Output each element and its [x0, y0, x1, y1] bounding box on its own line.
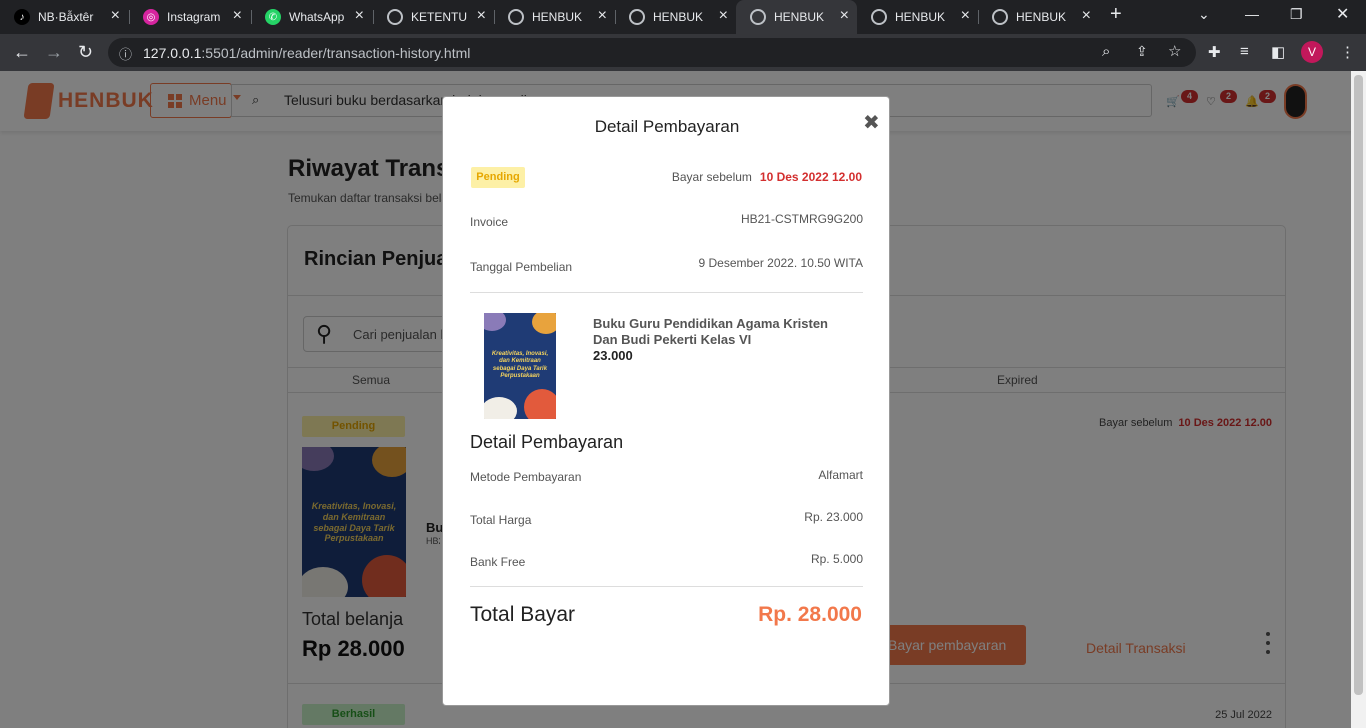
purchase-date-value: 9 Desember 2022. 10.50 WITA	[698, 256, 863, 270]
close-icon[interactable]: ×	[355, 7, 364, 25]
globe-icon	[629, 9, 645, 25]
instagram-icon: ◎	[143, 9, 159, 25]
payment-detail-modal: Detail Pembayaran ✖ Pending Bayar sebelu…	[442, 96, 890, 706]
status-badge: Pending	[471, 167, 525, 188]
browser-tab[interactable]: HENBUK ×	[978, 0, 1099, 34]
page-viewport: HENBUK Menu ⌕ Telusuri buku berdasarkan …	[0, 71, 1366, 728]
cover-decoration	[524, 389, 556, 419]
info-icon[interactable]: ⓘ	[119, 44, 132, 63]
total-price-label: Total Harga	[470, 513, 532, 527]
share-icon[interactable]: ⇪	[1136, 43, 1148, 60]
bank-fee-value: Rp. 5.000	[810, 552, 863, 566]
globe-icon	[992, 9, 1008, 25]
tab-title: HENBUK	[1016, 10, 1067, 24]
total-price-value: Rp. 23.000	[804, 510, 863, 524]
extensions-icon[interactable]: ✚	[1208, 43, 1221, 61]
browser-tab[interactable]: HENBUK ×	[857, 0, 978, 34]
invoice-label: Invoice	[470, 215, 509, 229]
divider	[470, 292, 863, 293]
tab-title: KETENTUAN	[411, 10, 467, 24]
minimize-icon[interactable]: —	[1245, 6, 1259, 22]
tab-title: HENBUK	[653, 10, 704, 24]
close-icon[interactable]: ×	[233, 7, 242, 25]
close-icon[interactable]: ×	[961, 7, 970, 25]
url-host: 127.0.0.1	[143, 45, 202, 61]
browser-tab-active[interactable]: HENBUK ×	[736, 0, 857, 34]
address-bar[interactable]: ⓘ 127.0.0.1:5501/admin/reader/transactio…	[108, 38, 1196, 67]
bookmark-star-icon[interactable]: ☆	[1168, 42, 1181, 60]
close-icon[interactable]: ×	[1082, 7, 1091, 25]
globe-icon	[871, 9, 887, 25]
browser-tab[interactable]: ◎ Instagram ×	[129, 0, 250, 34]
browser-tab[interactable]: HENBUK ×	[615, 0, 736, 34]
browser-tab[interactable]: ♪ NB·Bẫxtêr ×	[0, 0, 128, 34]
payment-section-title: Detail Pembayaran	[470, 432, 624, 452]
url-path: :5501/admin/reader/transaction-history.h…	[201, 45, 471, 61]
tab-title: HENBUK	[532, 10, 583, 24]
purchase-date-label: Tanggal Pembelian	[470, 260, 573, 274]
pay-before-label: Bayar sebelum	[671, 170, 752, 184]
tab-title: Instagram	[167, 10, 221, 24]
grand-total-label: Total Bayar	[470, 603, 576, 626]
browser-tab[interactable]: ✆ WhatsApp ×	[251, 0, 372, 34]
close-icon[interactable]: ✖	[863, 113, 880, 133]
modal-title: Detail Pembayaran	[594, 117, 740, 136]
tab-title: NB·Bẫxtêr	[38, 10, 94, 24]
method-value: Alfamart	[818, 468, 863, 482]
page-scrollbar[interactable]	[1351, 71, 1366, 728]
tiktok-icon: ♪	[14, 9, 30, 25]
book-cover-text: Kreativitas, Inovasi, dan Kemitraan seba…	[491, 351, 549, 379]
tab-search-icon[interactable]: ⌄	[1198, 6, 1210, 23]
cover-decoration	[484, 313, 506, 331]
tab-title: HENBUK	[774, 10, 825, 24]
browser-menu-icon[interactable]: ⋮	[1340, 43, 1355, 61]
browser-tab[interactable]: KETENTUAN ×	[373, 0, 494, 34]
url-text: 127.0.0.1:5501/admin/reader/transaction-…	[143, 45, 470, 61]
browser-tab-bar: ♪ NB·Bẫxtêr × ◎ Instagram × ✆ WhatsApp ×…	[0, 0, 1366, 34]
product-price: 23.000	[593, 348, 633, 363]
profile-avatar[interactable]: V	[1301, 41, 1323, 63]
globe-icon	[508, 9, 524, 25]
zoom-icon[interactable]: ⌕	[1102, 43, 1110, 60]
method-label: Metode Pembayaran	[470, 470, 582, 484]
book-cover-image: Kreativitas, Inovasi, dan Kemitraan seba…	[484, 313, 556, 419]
back-icon[interactable]: ←	[13, 42, 31, 62]
tab-title: WhatsApp	[289, 10, 345, 24]
side-panel-icon[interactable]: ◧	[1271, 43, 1285, 61]
globe-icon	[387, 9, 403, 25]
globe-icon	[750, 9, 766, 25]
bank-fee-label: Bank Free	[470, 555, 526, 569]
media-control-icon[interactable]: ≡	[1240, 43, 1249, 60]
cover-decoration	[484, 397, 517, 419]
grand-total-value: Rp. 28.000	[758, 603, 862, 626]
product-title: Buku Guru Pendidikan Agama Kristen Dan B…	[593, 316, 829, 347]
invoice-value: HB21-CSTMRG9G200	[740, 212, 863, 226]
browser-toolbar: ← → ↻ ⓘ 127.0.0.1:5501/admin/reader/tran…	[0, 34, 1366, 71]
pay-before: Bayar sebelum 10 Des 2022 12.00	[672, 170, 862, 184]
close-icon[interactable]: ×	[111, 7, 120, 25]
cover-decoration	[532, 313, 556, 334]
close-icon[interactable]: ×	[719, 7, 728, 25]
pay-before-date: 10 Des 2022 12.00	[759, 170, 862, 184]
close-icon[interactable]: ×	[840, 7, 849, 25]
reload-icon[interactable]: ↻	[78, 42, 93, 62]
forward-icon[interactable]: →	[45, 42, 63, 62]
close-icon[interactable]: ×	[598, 7, 607, 25]
restore-icon[interactable]: ❐	[1290, 6, 1303, 23]
tab-title: HENBUK	[895, 10, 946, 24]
browser-tab[interactable]: HENBUK ×	[494, 0, 615, 34]
whatsapp-icon: ✆	[265, 9, 281, 25]
window-close-icon[interactable]: ✕	[1336, 4, 1349, 24]
new-tab-icon[interactable]: +	[1110, 3, 1122, 26]
divider	[470, 586, 863, 587]
close-icon[interactable]: ×	[477, 7, 486, 25]
